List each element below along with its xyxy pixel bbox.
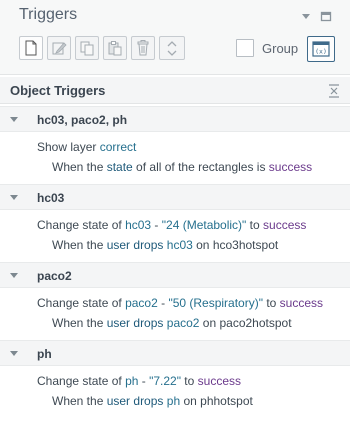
caret-down-icon[interactable] <box>10 195 18 201</box>
popout-window-icon[interactable] <box>320 10 332 22</box>
collapse-all-icon[interactable] <box>328 84 340 98</box>
copy-trigger-button[interactable] <box>75 36 99 60</box>
paste-icon <box>108 41 122 56</box>
reorder-stepper[interactable] <box>159 36 185 60</box>
copy-icon <box>80 41 94 56</box>
trigger-action[interactable]: Change state of ph - "7.22" to success <box>37 374 241 388</box>
dropdown-arrow-icon[interactable] <box>300 10 312 22</box>
trigger-action[interactable]: Change state of paco2 - "50 (Respiratory… <box>37 296 323 310</box>
trigger-group: paco2 Change state of paco2 - "50 (Respi… <box>0 262 350 340</box>
edit-trigger-button[interactable] <box>47 36 71 60</box>
trigger-body: Change state of hc03 - "24 (Metabolic)" … <box>0 210 350 262</box>
trigger-name: hc03, paco2, ph <box>37 113 128 127</box>
trigger-name: ph <box>37 347 52 361</box>
trigger-group: hc03 Change state of hc03 - "24 (Metabol… <box>0 184 350 262</box>
header-icons <box>300 10 332 22</box>
paste-trigger-button[interactable] <box>103 36 127 60</box>
trigger-name: paco2 <box>37 269 72 283</box>
variables-icon: (x) <box>312 41 330 57</box>
trigger-header[interactable]: hc03 <box>0 184 350 210</box>
panel-header: Triggers Group (x) <box>0 0 350 75</box>
trigger-body: Change state of paco2 - "50 (Respiratory… <box>0 288 350 340</box>
toolbar <box>19 36 185 60</box>
panel-title: Triggers <box>19 6 78 23</box>
trigger-action[interactable]: Show layer correct <box>37 140 136 154</box>
trigger-name: hc03 <box>37 191 65 205</box>
trigger-condition[interactable]: When the user drops paco2 on paco2hotspo… <box>52 316 292 330</box>
caret-down-icon[interactable] <box>10 351 18 357</box>
trigger-header[interactable]: hc03, paco2, ph <box>0 106 350 132</box>
trigger-header[interactable]: paco2 <box>0 262 350 288</box>
triggers-panel: Triggers Group (x) Object Triggers hc03,… <box>0 0 350 431</box>
variables-button[interactable]: (x) <box>307 36 335 62</box>
group-option: Group <box>236 39 298 57</box>
trigger-group: ph Change state of ph - "7.22" to succes… <box>0 340 350 418</box>
trash-icon <box>137 40 149 56</box>
trigger-action[interactable]: Change state of hc03 - "24 (Metabolic)" … <box>37 218 306 232</box>
trigger-condition[interactable]: When the state of all of the rectangles … <box>52 160 312 174</box>
trigger-condition[interactable]: When the user drops ph on phhotspot <box>52 394 253 408</box>
new-trigger-button[interactable] <box>19 36 43 60</box>
trigger-condition[interactable]: When the user drops hc03 on hco3hotspot <box>52 238 278 252</box>
caret-down-icon[interactable] <box>10 273 18 279</box>
trigger-body: Show layer correct When the state of all… <box>0 132 350 184</box>
chevron-up-icon[interactable] <box>167 40 177 47</box>
trigger-body: Change state of ph - "7.22" to success W… <box>0 366 350 418</box>
section-title: Object Triggers <box>10 83 106 98</box>
caret-down-icon[interactable] <box>10 117 18 123</box>
group-label: Group <box>262 40 299 56</box>
trigger-header[interactable]: ph <box>0 340 350 366</box>
group-checkbox[interactable] <box>236 39 254 57</box>
new-document-icon <box>25 40 37 56</box>
chevron-down-icon[interactable] <box>167 50 177 56</box>
delete-trigger-button[interactable] <box>131 36 155 60</box>
object-triggers-header[interactable]: Object Triggers <box>0 77 350 104</box>
svg-text:(x): (x) <box>315 48 327 56</box>
edit-icon <box>52 42 67 55</box>
trigger-group: hc03, paco2, ph Show layer correct When … <box>0 106 350 184</box>
